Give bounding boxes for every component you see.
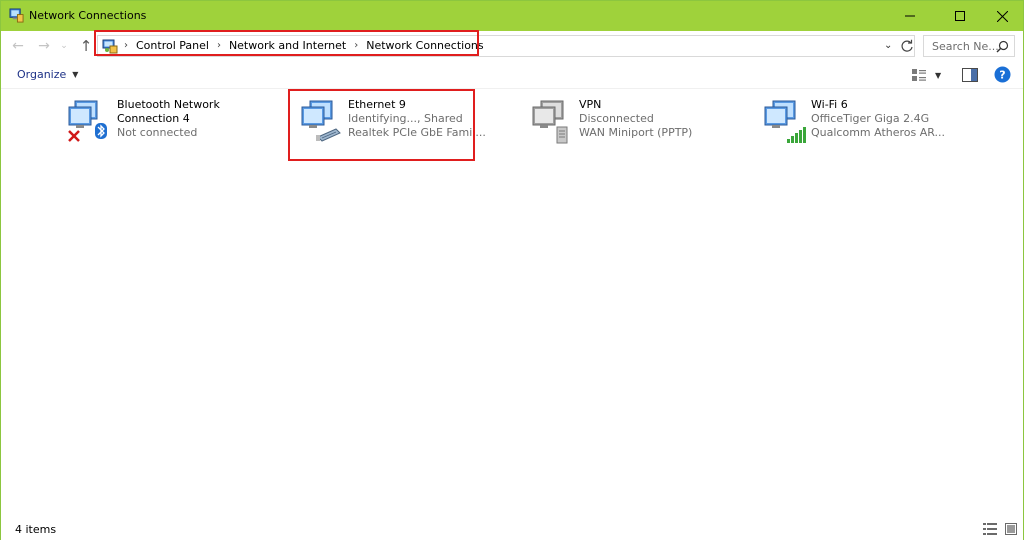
help-icon[interactable]: ?	[994, 66, 1011, 83]
connection-status: Identifying..., Shared	[348, 112, 463, 125]
forward-button[interactable]: →	[35, 37, 53, 55]
close-button[interactable]	[979, 1, 1024, 31]
breadcrumb: › Control Panel › Network and Internet ›…	[124, 39, 484, 52]
change-view-icon[interactable]	[911, 67, 927, 83]
title-bar[interactable]: Network Connections	[1, 1, 1023, 31]
connection-status: Disconnected	[579, 112, 654, 125]
chevron-right-icon[interactable]: ›	[354, 40, 358, 51]
connection-name-line2: Connection 4	[117, 112, 190, 125]
recent-locations-button[interactable]: ⌄	[59, 37, 69, 55]
organize-label: Organize	[17, 68, 67, 81]
ethernet-network-icon	[301, 100, 341, 142]
address-bar[interactable]: › Control Panel › Network and Internet ›…	[97, 35, 915, 57]
maximize-button[interactable]	[937, 1, 983, 31]
minimize-button[interactable]	[887, 1, 933, 31]
connection-device: Realtek PCIe GbE Famil...	[348, 126, 486, 139]
search-box[interactable]: Search Ne...	[923, 35, 1015, 57]
back-button[interactable]: ←	[9, 37, 27, 55]
command-bar: Organize ▼ ▼ ?	[1, 61, 1023, 89]
connection-item-vpn[interactable]: VPN Disconnected WAN Miniport (PPTP)	[529, 97, 754, 153]
connection-name: Wi-Fi 6	[811, 98, 848, 111]
chevron-down-icon[interactable]: ⌄	[884, 40, 892, 51]
up-button[interactable]: ↑	[77, 37, 95, 55]
connection-status: OfficeTiger Giga 2.4G	[811, 112, 930, 125]
chevron-right-icon[interactable]: ›	[124, 40, 128, 51]
search-icon	[996, 40, 1009, 53]
preview-pane-icon[interactable]	[962, 68, 978, 82]
navigation-bar: ← → ⌄ ↑ › Control Panel › Network and In…	[1, 31, 1023, 61]
minimize-icon	[905, 15, 915, 17]
organize-menu[interactable]: Organize ▼	[17, 68, 78, 81]
network-connections-app-icon	[9, 8, 24, 23]
connection-text: Ethernet 9 Identifying..., Shared Realte…	[348, 98, 486, 140]
wifi-network-icon	[764, 100, 806, 143]
vpn-network-icon	[532, 100, 568, 144]
large-icons-view-icon[interactable]	[1005, 523, 1017, 535]
connection-item-bluetooth[interactable]: Bluetooth Network Connection 4 Not conne…	[67, 97, 292, 153]
network-connections-window: Network Connections ← → ⌄ ↑ › Control Pa…	[0, 0, 1024, 540]
item-count: 4 items	[15, 523, 57, 536]
connection-item-ethernet[interactable]: Ethernet 9 Identifying..., Shared Realte…	[298, 97, 523, 153]
connection-status: Not connected	[117, 126, 198, 139]
close-icon	[996, 10, 1008, 22]
svg-text:?: ?	[999, 69, 1005, 82]
connection-text: Bluetooth Network Connection 4 Not conne…	[117, 98, 220, 140]
chevron-right-icon[interactable]: ›	[217, 40, 221, 51]
breadcrumb-network-connections[interactable]: Network Connections	[366, 39, 483, 52]
connection-name: Ethernet 9	[348, 98, 406, 111]
control-panel-icon	[102, 39, 118, 54]
breadcrumb-network-and-internet[interactable]: Network and Internet	[229, 39, 346, 52]
search-input[interactable]: Search Ne...	[932, 40, 999, 53]
caret-down-icon[interactable]: ▼	[935, 71, 941, 80]
connection-name: Bluetooth Network	[117, 98, 220, 111]
maximize-icon	[955, 11, 965, 21]
connection-device: Qualcomm Atheros AR...	[811, 126, 946, 139]
window-title: Network Connections	[29, 9, 147, 22]
connection-device: WAN Miniport (PPTP)	[579, 126, 693, 139]
caret-down-icon: ▼	[72, 70, 79, 79]
status-bar: 4 items	[1, 516, 1023, 540]
bluetooth-network-icon	[68, 100, 107, 142]
breadcrumb-control-panel[interactable]: Control Panel	[136, 39, 209, 52]
connection-text: VPN Disconnected WAN Miniport (PPTP)	[579, 98, 692, 140]
refresh-icon[interactable]	[900, 39, 914, 53]
connection-name: VPN	[579, 98, 602, 111]
details-view-icon[interactable]	[983, 523, 997, 535]
connections-list: Bluetooth Network Connection 4 Not conne…	[1, 90, 1023, 516]
connection-text: Wi-Fi 6 OfficeTiger Giga 2.4G Qualcomm A…	[811, 98, 945, 140]
connection-item-wifi[interactable]: Wi-Fi 6 OfficeTiger Giga 2.4G Qualcomm A…	[761, 97, 986, 153]
